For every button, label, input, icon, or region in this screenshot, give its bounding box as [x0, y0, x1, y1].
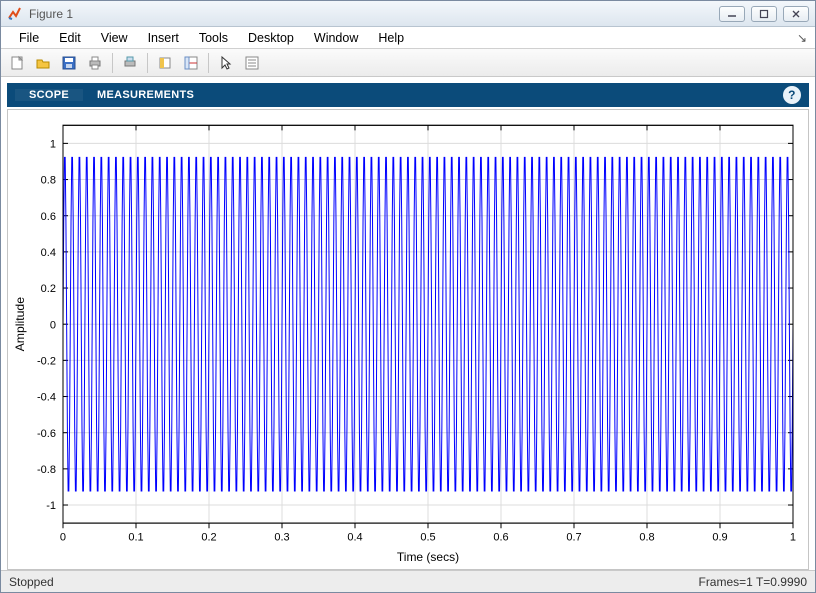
plot-area[interactable]: 0 0.1 0.2 0.3 0.4 0.5 0.6 0.7 0.8 0.9 1 -1 -0.8 -0.6 -…: [7, 109, 809, 570]
tab-scope[interactable]: SCOPE: [15, 89, 83, 101]
svg-text:0.2: 0.2: [201, 531, 216, 543]
menu-desktop[interactable]: Desktop: [238, 29, 304, 47]
maximize-button[interactable]: [751, 6, 777, 22]
svg-text:0.3: 0.3: [274, 531, 289, 543]
svg-text:0.4: 0.4: [347, 531, 362, 543]
svg-text:0.2: 0.2: [41, 283, 56, 295]
dock-icon[interactable]: ↘: [797, 31, 807, 45]
svg-text:0.4: 0.4: [41, 247, 56, 259]
svg-text:0.6: 0.6: [493, 531, 508, 543]
tab-measurements[interactable]: MEASUREMENTS: [83, 89, 208, 101]
toolbar-separator: [147, 53, 148, 73]
status-right: Frames=1 T=0.9990: [698, 575, 807, 589]
menu-help[interactable]: Help: [368, 29, 414, 47]
menubar: File Edit View Insert Tools Desktop Wind…: [1, 27, 815, 49]
svg-text:0.5: 0.5: [420, 531, 435, 543]
new-figure-icon[interactable]: [5, 52, 29, 74]
menu-view[interactable]: View: [91, 29, 138, 47]
toolbar-separator: [112, 53, 113, 73]
print-preview-icon[interactable]: [118, 52, 142, 74]
svg-text:0.1: 0.1: [128, 531, 143, 543]
svg-text:Amplitude: Amplitude: [13, 297, 27, 352]
window-controls: [719, 6, 809, 22]
minimize-button[interactable]: [719, 6, 745, 22]
menu-window[interactable]: Window: [304, 29, 368, 47]
svg-text:1: 1: [50, 138, 56, 150]
svg-text:0.8: 0.8: [41, 175, 56, 187]
menu-tools[interactable]: Tools: [189, 29, 238, 47]
help-icon[interactable]: ?: [783, 86, 801, 104]
toolbar: [1, 49, 815, 77]
menu-file[interactable]: File: [9, 29, 49, 47]
close-button[interactable]: [783, 6, 809, 22]
status-left: Stopped: [9, 575, 54, 589]
menu-insert[interactable]: Insert: [138, 29, 189, 47]
save-icon[interactable]: [57, 52, 81, 74]
svg-text:-0.2: -0.2: [37, 355, 56, 367]
svg-text:-1: -1: [46, 500, 56, 512]
open-icon[interactable]: [31, 52, 55, 74]
svg-text:-0.6: -0.6: [37, 428, 56, 440]
statusbar: Stopped Frames=1 T=0.9990: [1, 570, 815, 592]
cursor-icon[interactable]: [214, 52, 238, 74]
svg-text:0.9: 0.9: [712, 531, 727, 543]
svg-text:Time (secs): Time (secs): [397, 550, 459, 564]
svg-text:0: 0: [60, 531, 66, 543]
properties-icon[interactable]: [240, 52, 264, 74]
menu-edit[interactable]: Edit: [49, 29, 91, 47]
titlebar: Figure 1: [1, 1, 815, 27]
matlab-icon: [7, 6, 23, 22]
svg-text:0.6: 0.6: [41, 211, 56, 223]
svg-text:-0.8: -0.8: [37, 464, 56, 476]
svg-text:-0.4: -0.4: [37, 392, 56, 404]
print-icon[interactable]: [83, 52, 107, 74]
svg-text:0: 0: [50, 319, 56, 331]
svg-text:0.8: 0.8: [639, 531, 654, 543]
layout-icon[interactable]: [179, 52, 203, 74]
svg-text:1: 1: [790, 531, 796, 543]
signal-chart: 0 0.1 0.2 0.3 0.4 0.5 0.6 0.7 0.8 0.9 1 -1 -0.8 -0.6 -…: [8, 110, 808, 569]
svg-text:0.7: 0.7: [566, 531, 581, 543]
highlight-block-icon[interactable]: [153, 52, 177, 74]
ribbon: SCOPE MEASUREMENTS ?: [7, 83, 809, 107]
toolbar-separator: [208, 53, 209, 73]
figure-window: Figure 1 File Edit View Insert Tools Des…: [0, 0, 816, 593]
window-title: Figure 1: [29, 7, 719, 21]
